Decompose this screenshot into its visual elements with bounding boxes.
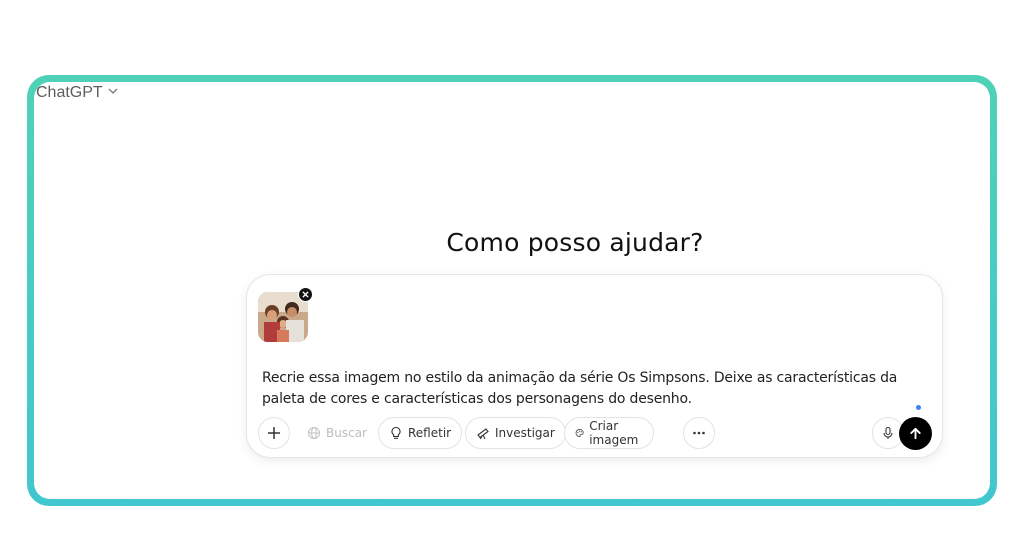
more-tools-button[interactable] [683,417,715,449]
ellipsis-icon [693,431,705,435]
create-image-label: Criar imagem [589,419,639,447]
chevron-down-icon [107,84,119,102]
microphone-icon [883,426,893,439]
page-title: Como posso ajudar? [446,228,704,257]
palette-icon [575,429,584,437]
lightbulb-icon [391,426,401,439]
plus-icon [268,427,280,439]
globe-icon [307,426,321,440]
arrow-up-icon [910,427,921,440]
prompt-input[interactable]: Recrie essa imagem no estilo da animação… [262,368,922,410]
research-label: Investigar [495,426,555,440]
status-dot [916,405,921,410]
message-composer[interactable]: Recrie essa imagem no estilo da animação… [246,274,943,458]
reason-button[interactable]: Refletir [378,417,463,449]
model-selector[interactable]: ChatGPT [36,84,119,102]
telescope-icon [477,428,489,440]
model-name: ChatGPT [36,84,103,101]
search-label: Buscar [326,426,367,440]
send-button[interactable] [899,417,932,450]
chat-window: ChatGPT Como posso ajudar? Recrie essa i… [34,82,990,499]
create-image-button[interactable]: Criar imagem [564,417,655,449]
reason-label: Refletir [408,426,452,440]
research-button[interactable]: Investigar [465,417,566,449]
remove-attachment-button[interactable] [298,287,313,302]
highlight-frame: ChatGPT Como posso ajudar? Recrie essa i… [27,75,997,506]
add-button[interactable] [258,417,290,449]
close-icon [302,291,309,298]
search-button[interactable]: Buscar [296,417,378,449]
